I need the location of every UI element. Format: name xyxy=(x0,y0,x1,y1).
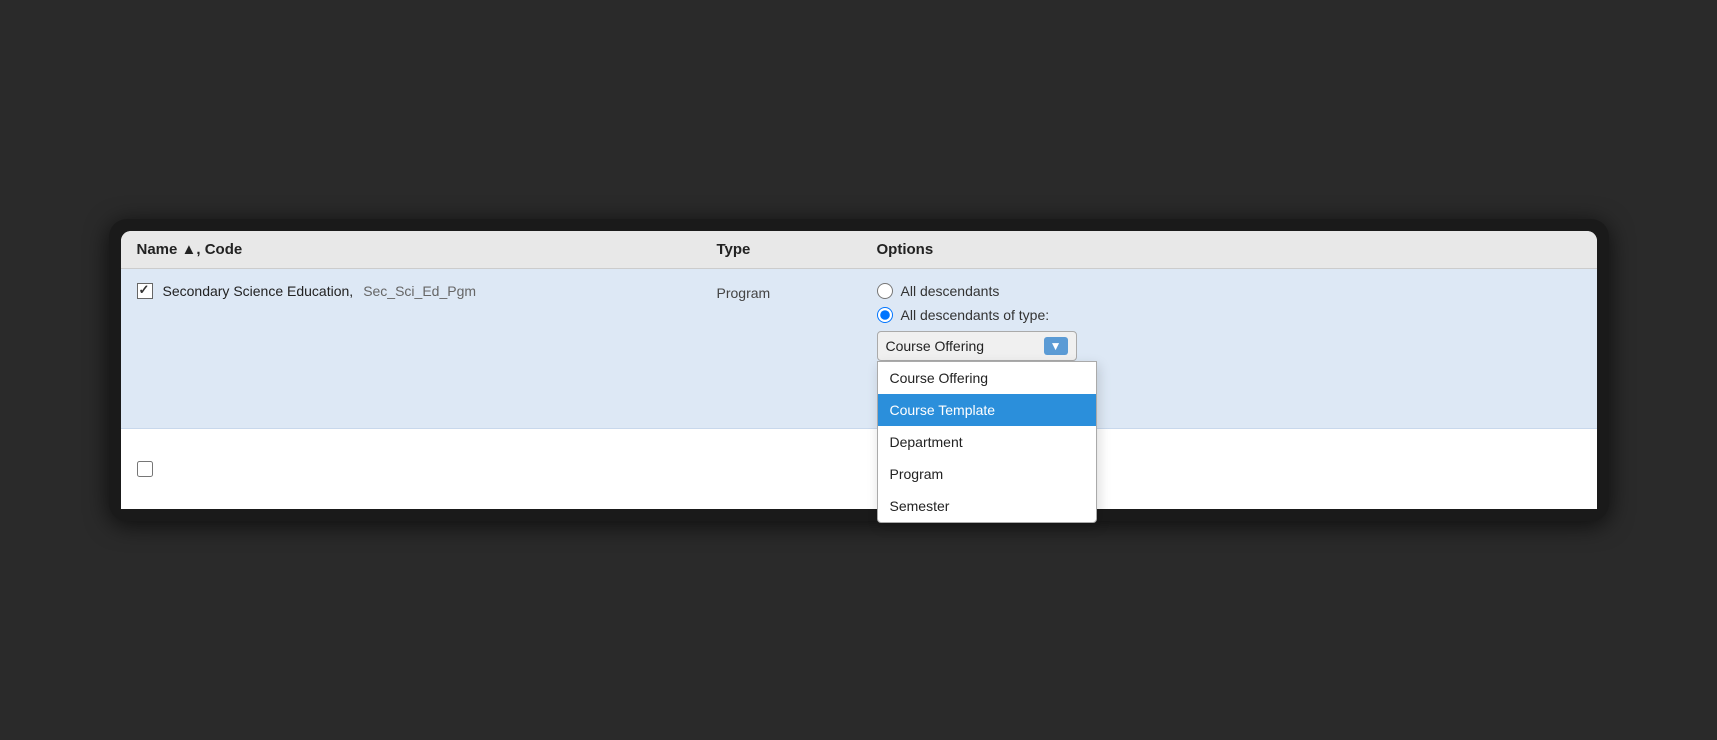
column-header-options: Options xyxy=(877,241,1581,258)
inner-container: Name ▲, Code Type Options Secondary Scie… xyxy=(121,231,1597,509)
table-row-1: Secondary Science Education, Sec_Sci_Ed_… xyxy=(121,269,1597,429)
radio-all-descendants-label: All descendants xyxy=(901,283,1000,299)
dropdown-item-program[interactable]: Program xyxy=(878,458,1096,490)
table-row-2: ▼ per page xyxy=(121,429,1597,509)
dropdown-arrow-icon: ▼ xyxy=(1044,337,1068,355)
dropdown-item-semester[interactable]: Semester xyxy=(878,490,1096,522)
row1-code-text: Sec_Sci_Ed_Pgm xyxy=(363,283,476,299)
row2-checkbox[interactable] xyxy=(137,461,153,477)
row1-options-col: All descendants All descendants of type:… xyxy=(877,283,1581,361)
dropdown-menu: Course Offering Course Template Departme… xyxy=(877,361,1097,523)
row2-name-col xyxy=(137,461,717,477)
column-header-name: Name ▲, Code xyxy=(137,241,717,258)
dropdown-item-course-offering[interactable]: Course Offering xyxy=(878,362,1096,394)
row1-type-col: Program xyxy=(717,283,877,301)
column-header-type: Type xyxy=(717,241,877,258)
dropdown-item-course-template[interactable]: Course Template xyxy=(878,394,1096,426)
dropdown-item-department[interactable]: Department xyxy=(878,426,1096,458)
row1-checkbox[interactable] xyxy=(137,283,153,299)
row2-type-col xyxy=(717,468,877,470)
dropdown-row: Course Offering ▼ Course Offering Course… xyxy=(877,331,1581,361)
dropdown-button[interactable]: Course Offering ▼ xyxy=(877,331,1077,361)
dropdown-selected-label: Course Offering xyxy=(886,338,1038,354)
radio-all-descendants-input[interactable] xyxy=(877,283,893,299)
row1-type-text: Program xyxy=(717,285,771,301)
column-options-label: Options xyxy=(877,241,934,258)
column-name-label: Name ▲, Code xyxy=(137,241,243,258)
row1-name-col: Secondary Science Education, Sec_Sci_Ed_… xyxy=(137,283,717,299)
row1-name-text: Secondary Science Education, xyxy=(163,283,354,299)
radio-all-descendants-of-type[interactable]: All descendants of type: xyxy=(877,307,1581,323)
radio-all-descendants[interactable]: All descendants xyxy=(877,283,1581,299)
table-header: Name ▲, Code Type Options xyxy=(121,231,1597,269)
column-type-label: Type xyxy=(717,241,751,258)
outer-container: Name ▲, Code Type Options Secondary Scie… xyxy=(109,219,1609,521)
radio-all-descendants-of-type-label: All descendants of type: xyxy=(901,307,1050,323)
radio-all-descendants-of-type-input[interactable] xyxy=(877,307,893,323)
